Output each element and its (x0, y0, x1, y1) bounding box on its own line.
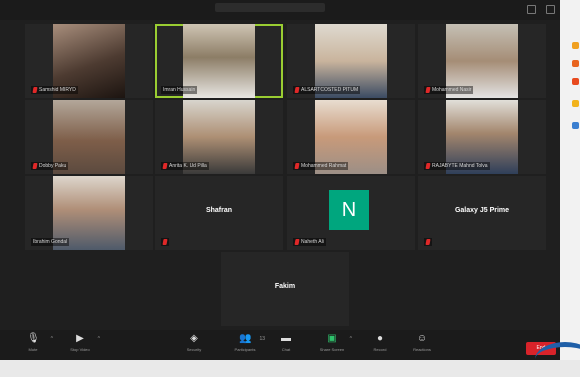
app-icon (572, 42, 579, 49)
participant-tile[interactable]: Mohammed Nasir (418, 24, 546, 98)
participant-display-name: Shafran (205, 207, 233, 214)
mute-button[interactable]: 🎙 Mute ^ (11, 334, 55, 358)
microphone-icon: 🎙 (27, 333, 40, 344)
participant-name-tag: Dobby Paku (31, 162, 69, 170)
smiley-icon: ☺ (416, 333, 428, 344)
participant-name-tag (161, 238, 169, 246)
chevron-up-icon[interactable]: ^ (350, 336, 352, 342)
chat-button[interactable]: ▬ Chat (264, 334, 308, 358)
muted-mic-icon (162, 163, 168, 169)
app-icon (572, 78, 579, 85)
muted-mic-icon (294, 87, 300, 93)
security-button[interactable]: ◈ Security (172, 334, 216, 358)
participant-tile[interactable]: Mohammed Rahmat (287, 100, 415, 174)
zoom-meeting-window: Samshid MIRYD Imran Hussain ALSARTCOSTED… (0, 0, 560, 360)
participant-tile[interactable]: Ibrahim Gondal (25, 176, 153, 250)
participant-tile[interactable]: Anrita K. Ud Pilla (155, 100, 283, 174)
chat-bubble-icon: ▬ (281, 333, 291, 344)
record-icon: ● (376, 333, 384, 344)
participant-tile-active-speaker[interactable]: Imran Hussain (155, 24, 283, 98)
participant-tile[interactable]: Fakim (221, 252, 349, 326)
participant-initial-avatar: N (329, 190, 369, 230)
meeting-toolbar: 🎙 Mute ^ ▶ Stop Video ^ ◈ Security 👥 Par… (0, 330, 560, 360)
share-screen-icon: ▣ (327, 333, 337, 344)
participant-name-tag: Ibrahim Gondal (31, 238, 70, 246)
app-icon (572, 60, 579, 67)
participant-name-tag: Mohammed Rahmat (293, 162, 349, 170)
participant-name-tag: Naheth Ali (293, 238, 326, 246)
share-screen-button[interactable]: ▣ Share Screen ^ (310, 334, 354, 358)
background-window-edge (560, 0, 580, 360)
meeting-info-bar[interactable] (215, 3, 325, 12)
chevron-up-icon[interactable]: ^ (51, 336, 53, 342)
chevron-up-icon[interactable]: ^ (98, 336, 100, 342)
maximize-icon[interactable] (546, 5, 555, 14)
muted-mic-icon (32, 87, 38, 93)
participant-tile[interactable]: ALSARTCOSTED PITUM (287, 24, 415, 98)
muted-mic-icon (32, 163, 38, 169)
muted-mic-icon (425, 163, 431, 169)
participants-button[interactable]: 👥 Participants 13 (223, 334, 267, 358)
app-icon (572, 100, 579, 107)
muted-mic-icon (162, 239, 168, 245)
participant-name-tag: RAJABYTE Mahnd Tolva (424, 162, 490, 170)
participant-name-tag: ALSARTCOSTED PITUM (293, 86, 361, 94)
participant-tile[interactable]: N Naheth Ali (287, 176, 415, 250)
stop-video-button[interactable]: ▶ Stop Video ^ (58, 334, 102, 358)
minimize-icon[interactable] (527, 5, 536, 14)
participant-tile[interactable]: Galaxy J5 Prime (418, 176, 546, 250)
participant-tile[interactable]: Shafran (155, 176, 283, 250)
participant-tile[interactable]: Dobby Paku (25, 100, 153, 174)
participant-name-tag (424, 238, 432, 246)
muted-mic-icon (425, 239, 431, 245)
participant-name-tag: Samshid MIRYD (31, 86, 78, 94)
participant-tile[interactable]: RAJABYTE Mahnd Tolva (418, 100, 546, 174)
participant-display-name: Fakim (274, 283, 296, 290)
participant-name-tag: Anrita K. Ud Pilla (161, 162, 209, 170)
record-button[interactable]: ● Record (358, 334, 402, 358)
title-bar (0, 0, 560, 20)
muted-mic-icon (425, 87, 431, 93)
muted-mic-icon (294, 163, 300, 169)
participant-tile[interactable]: Samshid MIRYD (25, 24, 153, 98)
participant-name-tag: Imran Hussain (161, 86, 198, 94)
shield-icon: ◈ (190, 333, 198, 344)
reactions-button[interactable]: ☺ Reactions (400, 334, 444, 358)
app-icon (572, 122, 579, 129)
muted-mic-icon (294, 239, 300, 245)
participant-name-tag: Mohammed Nasir (424, 86, 474, 94)
participants-icon: 👥 (239, 333, 252, 344)
participant-display-name: Galaxy J5 Prime (454, 207, 510, 214)
video-camera-icon: ▶ (76, 333, 84, 344)
